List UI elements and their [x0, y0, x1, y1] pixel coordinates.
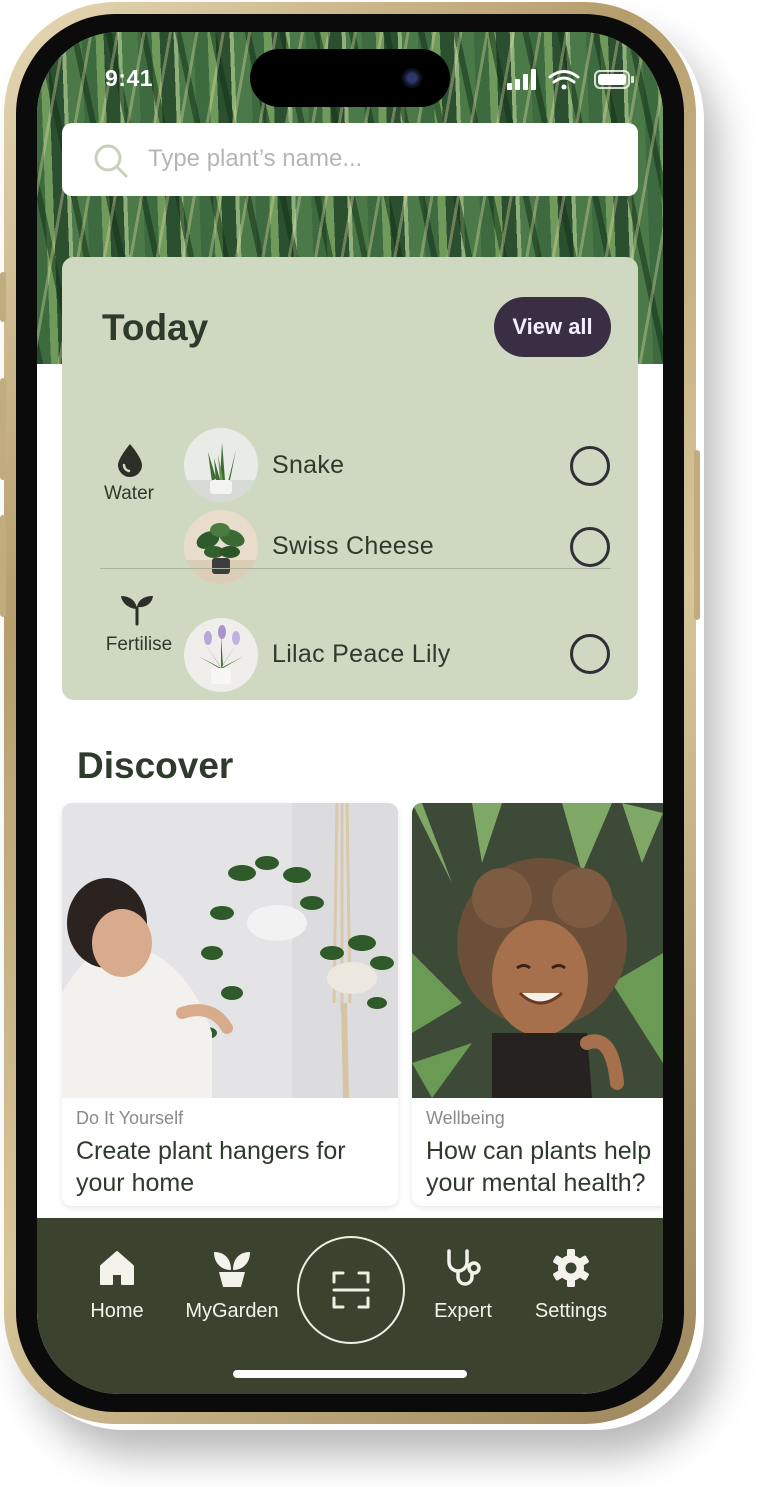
- scan-icon: [332, 1271, 370, 1309]
- task-group-divider: [100, 568, 611, 569]
- article-category: Wellbeing: [426, 1108, 505, 1128]
- water-drop-icon: [118, 444, 142, 477]
- bottom-navigation: Home MyGarden Expert Settings: [37, 1218, 663, 1394]
- potted-plant-icon: [214, 1252, 250, 1287]
- task-group-label-fertilise: Fertilise: [105, 634, 173, 655]
- status-time: 9:41: [105, 65, 154, 91]
- plant-thumbnail-lilac-peace-lily: [184, 618, 258, 692]
- article-title-line-2: your mental health?: [426, 1169, 646, 1197]
- article-title: Create plant hangers for your home: [76, 1135, 398, 1199]
- search-input[interactable]: [148, 139, 618, 179]
- task-checkbox-snake[interactable]: [570, 446, 610, 486]
- action-button: [0, 272, 6, 322]
- article-image-mental-health: [412, 803, 663, 1098]
- article-card-plant-hangers[interactable]: Do It Yourself Create plant hangers for …: [62, 803, 398, 1206]
- stethoscope-icon: [447, 1249, 481, 1286]
- wifi-icon: [548, 70, 580, 90]
- article-title: How can plants help your mental health?: [426, 1135, 663, 1199]
- battery-icon: [594, 70, 634, 89]
- nav-item-home[interactable]: Home: [62, 1248, 172, 1323]
- sprout-icon: [121, 596, 153, 626]
- volume-down-button: [0, 515, 6, 617]
- search-bar[interactable]: [62, 123, 638, 196]
- plant-name-lilac-peace-lily: Lilac Peace Lily: [272, 640, 451, 668]
- nav-item-mygarden[interactable]: MyGarden: [177, 1248, 287, 1323]
- discover-title: Discover: [77, 745, 234, 786]
- app-screen: 9:41 Type plant’s name... Today View all…: [37, 32, 663, 1394]
- view-all-button[interactable]: View all: [494, 297, 611, 357]
- home-icon: [100, 1251, 134, 1285]
- signal-icon: [507, 69, 536, 90]
- article-title-line-1: How can plants help: [426, 1137, 652, 1165]
- search-icon: [94, 144, 128, 178]
- plant-name-snake: Snake: [272, 451, 345, 479]
- today-title: Today: [102, 307, 209, 348]
- plant-thumbnail-swiss-cheese: [184, 510, 258, 584]
- nav-label-expert: Expert: [434, 1300, 492, 1322]
- power-button: [694, 450, 700, 620]
- dynamic-island: [250, 49, 450, 107]
- article-card-mental-health[interactable]: Wellbeing How can plants help your menta…: [412, 803, 663, 1206]
- nav-item-settings[interactable]: Settings: [516, 1248, 626, 1323]
- scan-button[interactable]: [297, 1236, 405, 1344]
- today-card: Today View all Water Snake Swiss Cheese …: [62, 257, 638, 700]
- front-camera: [402, 68, 422, 88]
- plant-thumbnail-snake: [184, 428, 258, 502]
- article-image-plant-hangers: [62, 803, 398, 1098]
- plant-name-swiss-cheese: Swiss Cheese: [272, 532, 434, 560]
- home-indicator: [233, 1370, 467, 1378]
- nav-item-expert[interactable]: Expert: [408, 1248, 518, 1323]
- article-title-line-2: your home: [76, 1169, 195, 1197]
- task-group-label-water: Water: [104, 483, 154, 504]
- task-checkbox-swiss-cheese[interactable]: [570, 527, 610, 567]
- article-category: Do It Yourself: [76, 1108, 184, 1128]
- task-checkbox-lilac-peace-lily[interactable]: [570, 634, 610, 674]
- status-icons: [507, 68, 637, 97]
- nav-label-mygarden: MyGarden: [185, 1300, 279, 1322]
- article-title-line-1: Create plant hangers for: [76, 1137, 346, 1165]
- nav-label-settings: Settings: [534, 1300, 608, 1322]
- gear-icon: [553, 1249, 589, 1287]
- nav-label-home: Home: [90, 1300, 144, 1322]
- volume-up-button: [0, 378, 6, 480]
